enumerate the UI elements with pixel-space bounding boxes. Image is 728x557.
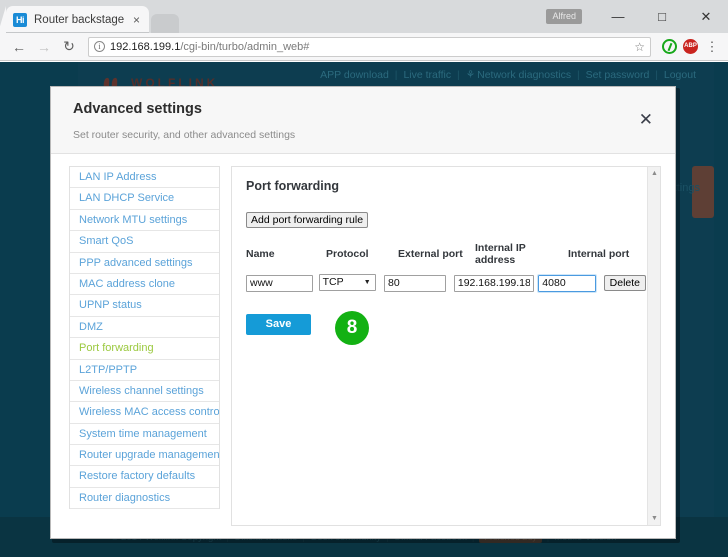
sidebar-item-network-mtu-settings[interactable]: Network MTU settings xyxy=(70,210,219,232)
internal-ip-address-input[interactable] xyxy=(453,274,534,292)
column-header-internal-port: Internal port xyxy=(568,248,630,260)
tab-close-icon[interactable]: × xyxy=(131,14,142,26)
nav-live-traffic[interactable]: Live traffic xyxy=(403,69,451,81)
port-forwarding-rule-row: TCP ▼ xyxy=(246,273,647,293)
tab-favicon-icon: Hi xyxy=(13,12,27,27)
sidebar-item-smart-qos[interactable]: Smart QoS xyxy=(70,231,219,253)
protocol-cell: TCP ▼ xyxy=(318,273,384,291)
column-header-internal-ip-address: Internal IP address xyxy=(475,242,526,266)
sidebar-item-lan-dhcp-service[interactable]: LAN DHCP Service xyxy=(70,188,219,210)
column-header-external-port: External port xyxy=(398,248,463,260)
modal-subtitle: Set router security, and other advanced … xyxy=(73,129,296,141)
url-path: /cgi-bin/turbo/admin_web# xyxy=(180,40,310,53)
nav-set-password[interactable]: Set password xyxy=(586,69,650,81)
nav-app-download[interactable]: APP download xyxy=(320,69,389,81)
column-header-name: Name xyxy=(246,248,275,260)
site-info-icon[interactable]: i xyxy=(94,41,105,52)
settings-content-panel: Port forwarding Add port forwarding rule… xyxy=(231,166,661,526)
sidebar-item-upnp-status[interactable]: UPNP status xyxy=(70,295,219,317)
delete-cell: Delete xyxy=(603,273,647,292)
address-bar[interactable]: i 192.168.199.1 /cgi-bin/turbo/admin_web… xyxy=(88,36,651,57)
scroll-up-icon[interactable]: ▲ xyxy=(648,167,660,180)
browser-menu-icon[interactable]: ⋮ xyxy=(704,40,720,53)
scroll-down-icon[interactable]: ▼ xyxy=(648,512,660,525)
rule-name-input[interactable] xyxy=(246,274,313,292)
settings-sidebar: LAN IP Address LAN DHCP Service Network … xyxy=(69,166,220,510)
sidebar-item-router-diagnostics[interactable]: Router diagnostics xyxy=(70,488,219,510)
sidebar-item-router-upgrade-management[interactable]: Router upgrade management xyxy=(70,445,219,467)
modal-body: LAN IP Address LAN DHCP Service Network … xyxy=(51,154,675,538)
modal-title: Advanced settings xyxy=(73,101,202,117)
extension-shield-icon[interactable] xyxy=(662,39,677,54)
protocol-selected-value: TCP xyxy=(322,276,344,289)
modal-close-icon[interactable]: ✕ xyxy=(635,107,657,132)
table-header-row: Name Protocol External port Internal IP … xyxy=(246,242,646,266)
router-page: WOLFLINK APP download | Live traffic | ⚘… xyxy=(0,62,728,557)
router-top-nav: APP download | Live traffic | ⚘ Network d… xyxy=(320,69,696,81)
minimize-button[interactable]: — xyxy=(596,0,640,33)
protocol-select[interactable]: TCP ▼ xyxy=(318,273,376,291)
nav-sep-4: | xyxy=(655,69,658,81)
content-title: Port forwarding xyxy=(246,179,340,193)
name-cell xyxy=(246,273,319,292)
sidebar-item-system-time-management[interactable]: System time management xyxy=(70,424,219,446)
external-port-input[interactable] xyxy=(383,274,446,292)
internal-ip-cell xyxy=(453,273,538,292)
sidebar-item-lan-ip-address[interactable]: LAN IP Address xyxy=(70,167,219,189)
sidebar-item-wireless-mac-access-control[interactable]: Wireless MAC access control xyxy=(70,402,219,424)
content-scrollbar[interactable]: ▲ ▼ xyxy=(647,167,660,525)
nav-logout[interactable]: Logout xyxy=(664,69,696,81)
maximize-button[interactable]: □ xyxy=(640,0,684,33)
step-number-badge: 8 xyxy=(335,310,369,345)
column-header-protocol: Protocol xyxy=(326,248,369,260)
save-button[interactable]: Save xyxy=(246,314,311,335)
reload-icon[interactable]: ↻ xyxy=(58,36,80,58)
url-host: 192.168.199.1 xyxy=(110,40,181,53)
browser-tab[interactable]: Hi Router backstage × xyxy=(0,6,149,33)
forward-icon: → xyxy=(37,38,51,55)
bookmark-star-icon[interactable]: ☆ xyxy=(634,40,645,54)
new-tab-button[interactable] xyxy=(151,14,179,33)
external-port-cell xyxy=(383,273,454,292)
window-controls: Alfred — □ ✕ xyxy=(546,0,728,33)
adblock-icon[interactable]: ABP xyxy=(683,39,698,54)
sidebar-item-ppp-advanced-settings[interactable]: PPP advanced settings xyxy=(70,253,219,274)
sidebar-item-port-forwarding[interactable]: Port forwarding xyxy=(70,338,219,360)
browser-window: Hi Router backstage × Alfred — □ ✕ ← → ↻… xyxy=(0,0,728,557)
nav-sep-2: | xyxy=(457,69,460,81)
close-window-button[interactable]: ✕ xyxy=(684,0,728,33)
sidebar-item-wireless-channel-settings[interactable]: Wireless channel settings xyxy=(70,381,219,403)
sidebar-item-restore-factory-defaults[interactable]: Restore factory defaults xyxy=(70,466,219,488)
alfred-badge: Alfred xyxy=(546,9,582,24)
tab-strip: Hi Router backstage × Alfred — □ ✕ xyxy=(0,0,728,33)
delete-rule-button[interactable]: Delete xyxy=(603,275,647,292)
wrench-icon: ⚘ xyxy=(465,69,476,81)
browser-toolbar: ← → ↻ i 192.168.199.1 /cgi-bin/turbo/adm… xyxy=(0,33,728,61)
nav-sep-3: | xyxy=(577,69,580,81)
modal-header: Advanced settings Set router security, a… xyxy=(51,87,675,154)
sidebar-item-dmz[interactable]: DMZ xyxy=(70,317,219,339)
advanced-settings-modal: Advanced settings Set router security, a… xyxy=(50,86,676,539)
internal-port-cell xyxy=(537,273,603,293)
back-icon[interactable]: ← xyxy=(8,36,30,58)
save-row: Save 8 xyxy=(246,305,646,345)
tab-title: Router backstage xyxy=(34,13,125,26)
sidebar-item-l2tp-pptp[interactable]: L2TP/PPTP xyxy=(70,360,219,381)
add-port-forwarding-rule-button[interactable]: Add port forwarding rule xyxy=(246,212,369,228)
chevron-down-icon: ▼ xyxy=(363,278,371,286)
sidebar-item-mac-address-clone[interactable]: MAC address clone xyxy=(70,274,219,296)
nav-sep-1: | xyxy=(394,69,398,81)
nav-network-diagnostics[interactable]: Network diagnostics xyxy=(477,69,571,81)
internal-port-input[interactable] xyxy=(537,273,598,293)
